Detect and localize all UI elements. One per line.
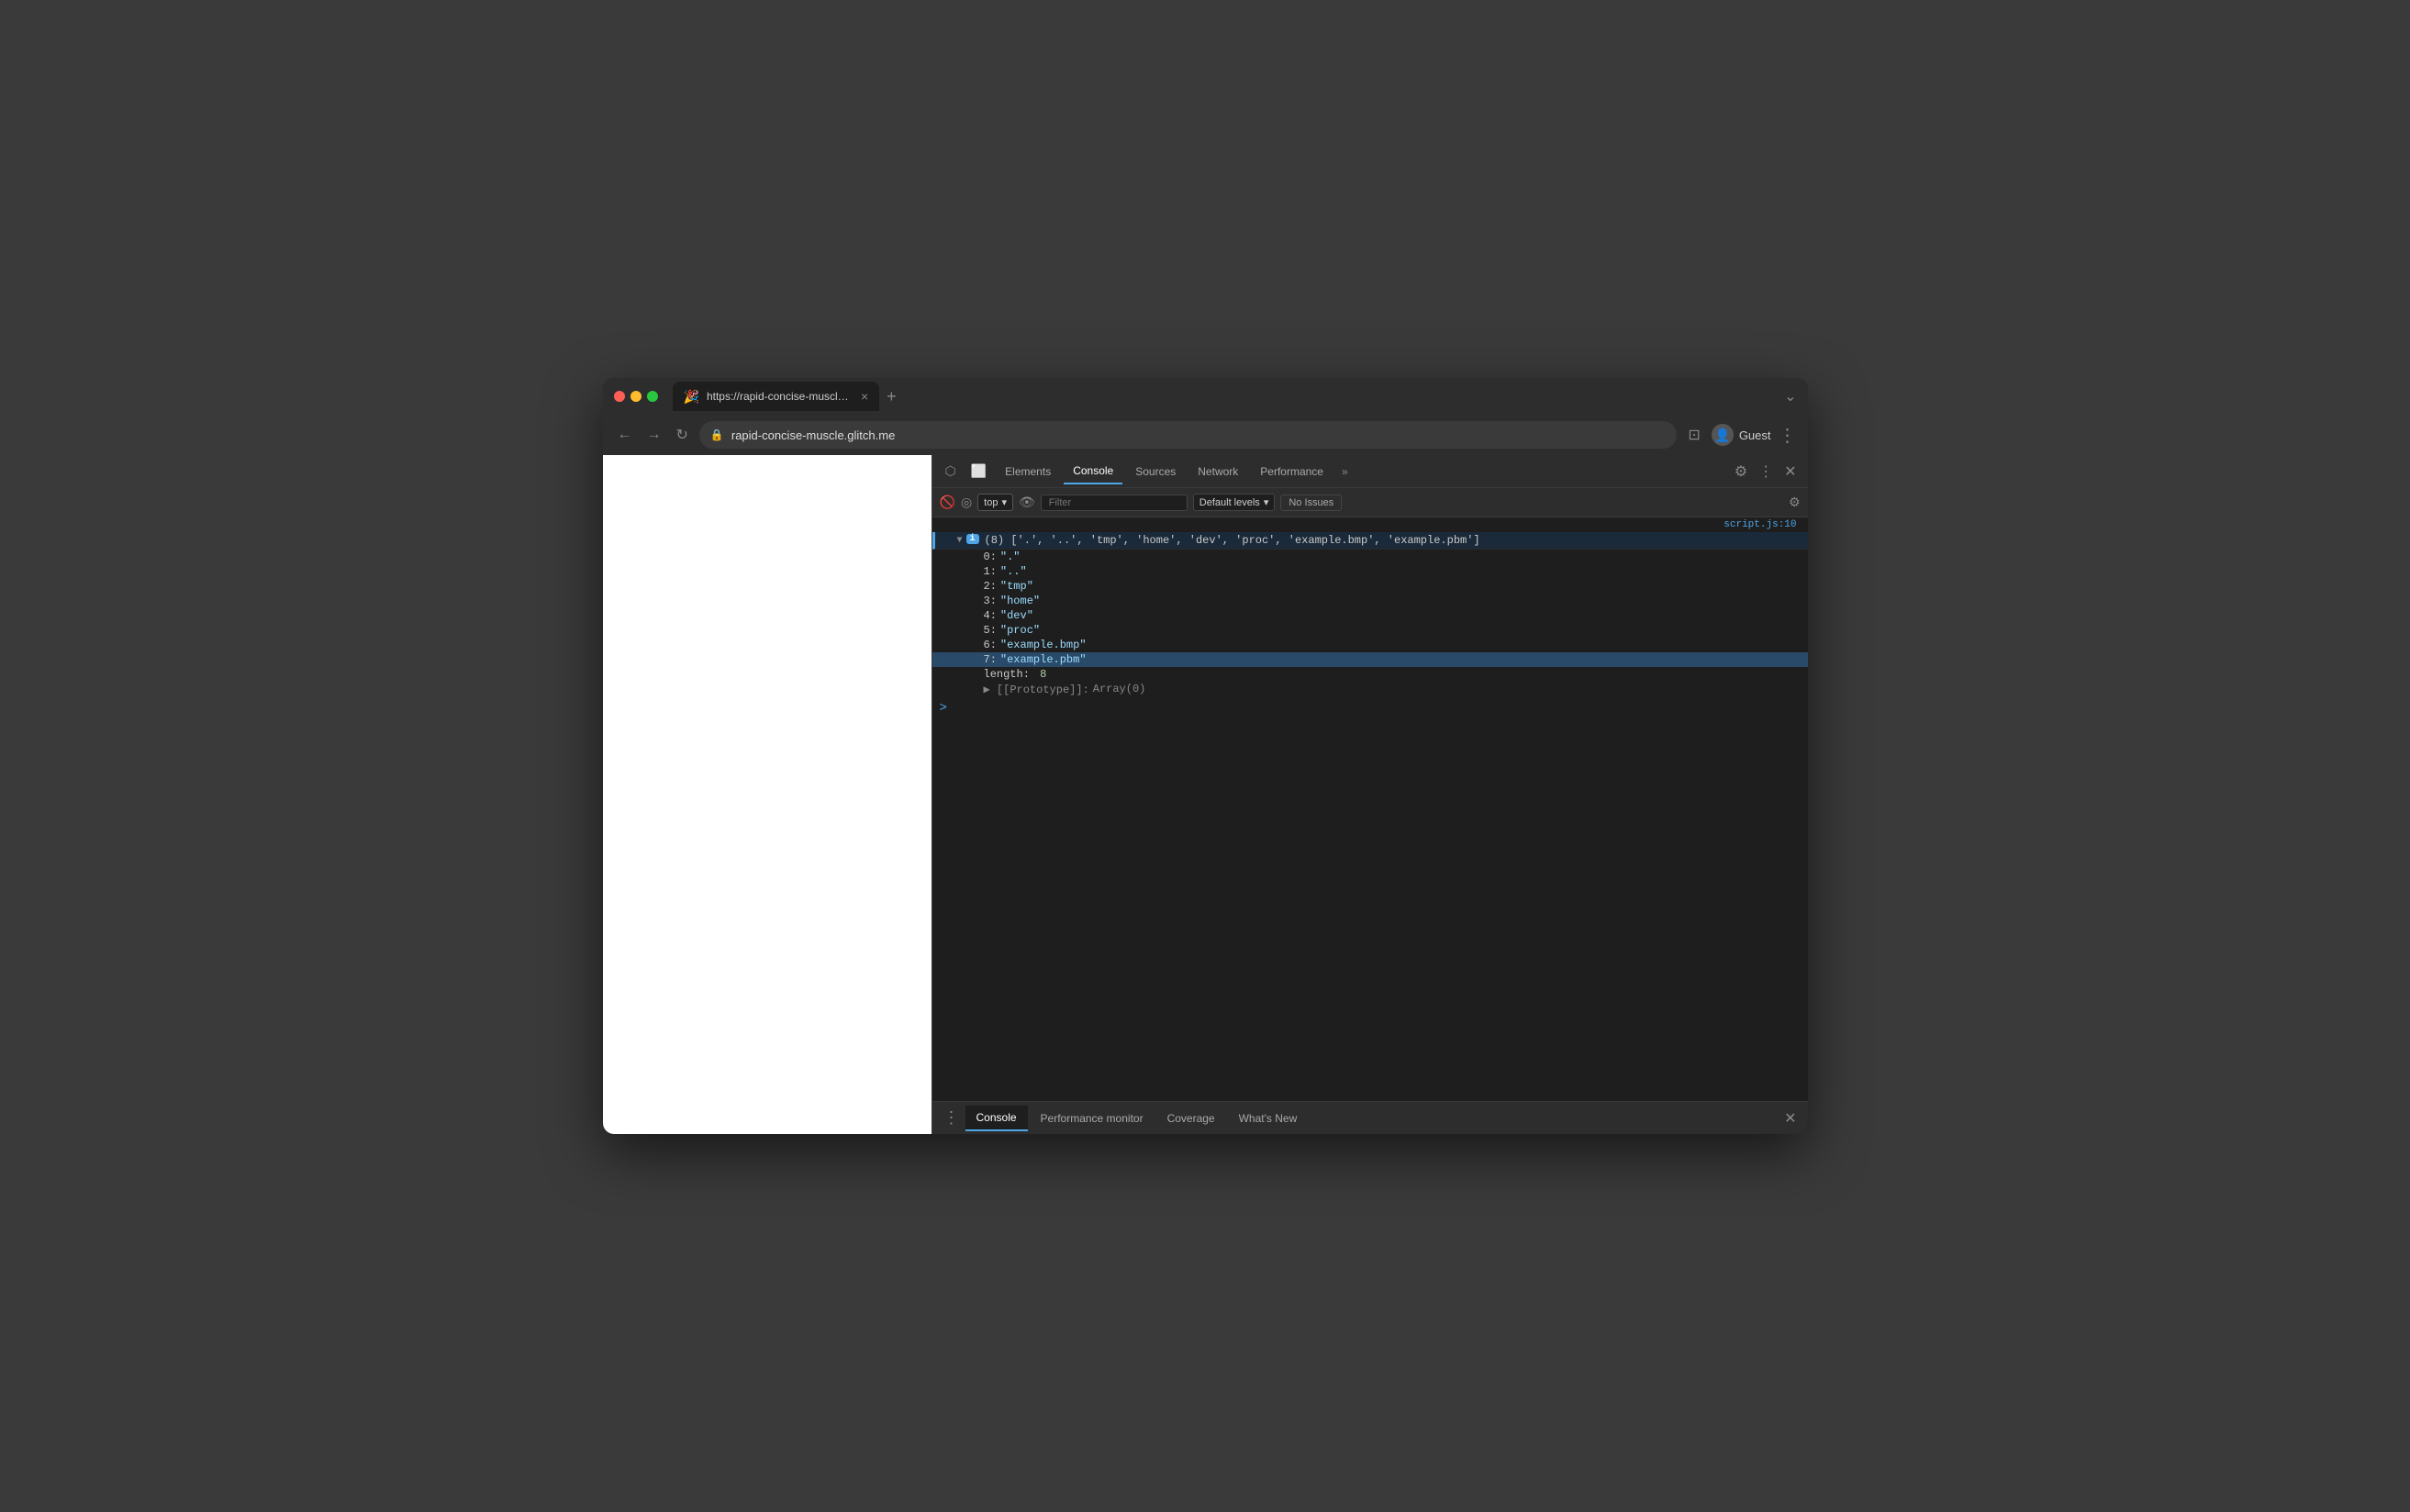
array-item-3: 3: "home"	[932, 594, 1808, 608]
context-arrow-icon: ▾	[1001, 496, 1007, 508]
key-label: 3:	[984, 595, 997, 607]
devtools-bottom-bar: ⋮ Console Performance monitor Coverage W…	[932, 1101, 1808, 1134]
devtools-settings-button[interactable]: ⚙	[1731, 459, 1751, 484]
console-toolbar: 🚫 ◎ top ▾ 👁 Default levels ▾ No Issues ⚙	[932, 488, 1808, 517]
minimize-window-button[interactable]	[630, 391, 642, 402]
prototype-key[interactable]: ▶ [[Prototype]]:	[984, 683, 1089, 696]
browser-tab[interactable]: 🎉 https://rapid-concise-muscle.g... ×	[673, 382, 880, 411]
address-bar: ← → ↻ 🔒 ⊡ 👤 Guest ⋮	[603, 415, 1808, 455]
array-item-0: 0: "."	[932, 550, 1808, 564]
key-label: 5:	[984, 624, 997, 637]
val-label: "example.pbm"	[1000, 653, 1087, 666]
more-menu-button[interactable]: ⋮	[1779, 424, 1797, 447]
array-item-2: 2: "tmp"	[932, 579, 1808, 594]
array-item-6: 6: "example.bmp"	[932, 638, 1808, 652]
context-label: top	[984, 497, 998, 508]
val-label: "."	[1000, 550, 1021, 563]
bottom-tab-console[interactable]: Console	[965, 1106, 1028, 1131]
devtools-toggle-button[interactable]: ⊡	[1684, 422, 1703, 448]
traffic-lights	[614, 391, 658, 402]
profile-area[interactable]: 👤 Guest	[1712, 424, 1771, 446]
tab-area: 🎉 https://rapid-concise-muscle.g... × +	[673, 382, 1778, 411]
log-level-arrow-icon: ▾	[1264, 496, 1269, 508]
console-output: script.js:10 ▼ i (8) ['.', '..', 'tmp', …	[932, 517, 1808, 1101]
log-level-label: Default levels	[1199, 497, 1260, 508]
prompt-chevron-icon: >	[940, 701, 947, 716]
array-item-4: 4: "dev"	[932, 608, 1808, 623]
val-label: "example.bmp"	[1000, 639, 1087, 651]
close-window-button[interactable]	[614, 391, 625, 402]
device-toggle-button[interactable]: ⬜	[965, 460, 992, 483]
more-tabs-icon[interactable]: »	[1336, 461, 1354, 482]
array-summary-text: (8) ['.', '..', 'tmp', 'home', 'dev', 'p…	[985, 534, 1480, 547]
devtools-panel: ⬡ ⬜ Elements Console Sources Network Per…	[932, 455, 1808, 1134]
console-prompt[interactable]: >	[932, 697, 1808, 719]
bottom-tab-performance-monitor[interactable]: Performance monitor	[1030, 1106, 1155, 1130]
tab-elements[interactable]: Elements	[996, 460, 1060, 484]
console-clear-button[interactable]: 🚫	[940, 495, 955, 510]
title-bar: 🎉 https://rapid-concise-muscle.g... × + …	[603, 378, 1808, 415]
prototype-val: Array(0)	[1093, 683, 1146, 696]
log-level-selector[interactable]: Default levels ▾	[1193, 494, 1276, 511]
address-input-wrap[interactable]: 🔒	[699, 421, 1678, 449]
tab-title: https://rapid-concise-muscle.g...	[707, 390, 854, 403]
profile-label: Guest	[1739, 428, 1771, 442]
bottom-tab-coverage[interactable]: Coverage	[1156, 1106, 1226, 1130]
source-file-link[interactable]: script.js:10	[932, 517, 1808, 532]
array-item-1: 1: ".."	[932, 564, 1808, 579]
eye-button[interactable]: 👁	[1019, 495, 1035, 510]
expand-array-button[interactable]: ▼	[957, 536, 963, 546]
tab-console[interactable]: Console	[1064, 459, 1122, 484]
length-val: 8	[1040, 668, 1046, 681]
maximize-window-button[interactable]	[647, 391, 658, 402]
array-item-5: 5: "proc"	[932, 623, 1808, 638]
address-bar-right: ⊡ 👤 Guest ⋮	[1684, 422, 1796, 448]
filter-input[interactable]	[1041, 495, 1188, 511]
tab-network[interactable]: Network	[1188, 460, 1247, 484]
key-label: 0:	[984, 550, 997, 563]
console-settings-button[interactable]: ⚙	[1789, 495, 1801, 510]
val-label: "home"	[1000, 595, 1040, 607]
main-area: ⬡ ⬜ Elements Console Sources Network Per…	[603, 455, 1808, 1134]
prototype-entry: ▶ [[Prototype]]: Array(0)	[932, 682, 1808, 697]
devtools-more-button[interactable]: ⋮	[1755, 459, 1777, 484]
val-label: "tmp"	[1000, 580, 1033, 593]
back-button[interactable]: ←	[614, 423, 636, 447]
key-label: 7:	[984, 653, 997, 666]
key-label: 1:	[984, 565, 997, 578]
page-content	[603, 455, 932, 1134]
info-badge: i	[966, 534, 979, 544]
devtools-close-button[interactable]: ✕	[1780, 459, 1800, 484]
inspect-element-button[interactable]: ⬡	[940, 460, 962, 483]
length-entry: length: 8	[932, 667, 1808, 682]
val-label: "proc"	[1000, 624, 1040, 637]
val-label: ".."	[1000, 565, 1027, 578]
lock-icon: 🔒	[710, 428, 724, 441]
bottom-more-button[interactable]: ⋮	[940, 1105, 964, 1131]
bottom-close-button[interactable]: ✕	[1780, 1106, 1800, 1131]
val-label: "dev"	[1000, 609, 1033, 622]
new-tab-button[interactable]: +	[883, 387, 900, 406]
reload-button[interactable]: ↻	[673, 422, 692, 448]
tab-favicon-icon: 🎉	[684, 389, 699, 405]
no-issues-button[interactable]: No Issues	[1280, 495, 1342, 511]
forward-button[interactable]: →	[643, 423, 665, 447]
key-label: 6:	[984, 639, 997, 651]
key-label: 2:	[984, 580, 997, 593]
array-item-7: 7: "example.pbm"	[932, 652, 1808, 667]
tab-performance[interactable]: Performance	[1251, 460, 1333, 484]
tab-close-button[interactable]: ×	[861, 389, 868, 404]
context-selector[interactable]: top ▾	[977, 494, 1013, 511]
profile-icon: 👤	[1712, 424, 1734, 446]
console-no-filter-button[interactable]: ◎	[961, 495, 972, 510]
address-input[interactable]	[731, 428, 1667, 442]
devtools-toolbar: ⬡ ⬜ Elements Console Sources Network Per…	[932, 455, 1808, 488]
key-label: 4:	[984, 609, 997, 622]
bottom-tab-whats-new[interactable]: What's New	[1228, 1106, 1309, 1130]
window-dropdown-icon[interactable]: ⌄	[1784, 387, 1796, 406]
tab-sources[interactable]: Sources	[1126, 460, 1185, 484]
console-entry-array: ▼ i (8) ['.', '..', 'tmp', 'home', 'dev'…	[932, 532, 1808, 550]
browser-window: 🎉 https://rapid-concise-muscle.g... × + …	[603, 378, 1808, 1134]
length-key: length:	[984, 668, 1030, 681]
